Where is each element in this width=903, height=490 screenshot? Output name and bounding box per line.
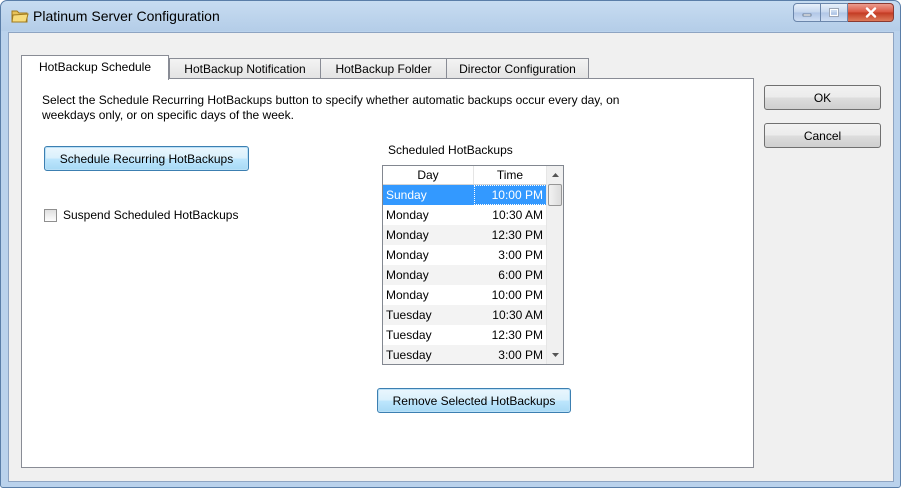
scheduled-hotbackups-list[interactable]: Day Time Sunday 10:00 PM Monday 10:30 AM… — [382, 165, 564, 365]
row-time: 10:30 AM — [492, 308, 543, 322]
scheduled-hotbackups-label: Scheduled HotBackups — [388, 143, 513, 157]
ok-button[interactable]: OK — [764, 85, 881, 110]
row-time: 6:00 PM — [498, 268, 543, 282]
scroll-down-icon — [551, 352, 559, 357]
schedule-recurring-button[interactable]: Schedule Recurring HotBackups — [44, 146, 249, 171]
row-day: Tuesday — [386, 348, 432, 362]
row-day: Monday — [386, 228, 429, 242]
list-row[interactable]: Tuesday 12:30 PM — [383, 325, 547, 345]
row-day: Monday — [386, 288, 429, 302]
window-title: Platinum Server Configuration — [33, 8, 220, 24]
list-row[interactable]: Sunday 10:00 PM — [383, 185, 547, 205]
row-time: 10:00 PM — [491, 288, 543, 302]
close-icon — [865, 7, 876, 18]
row-time: 3:00 PM — [498, 248, 543, 262]
list-row[interactable]: Monday 10:30 AM — [383, 205, 547, 225]
row-time: 10:30 AM — [492, 208, 543, 222]
row-day: Sunday — [386, 188, 427, 202]
row-day: Tuesday — [386, 308, 432, 322]
maximize-button[interactable] — [821, 3, 848, 22]
tab-panel: Select the Schedule Recurring HotBackups… — [21, 78, 754, 468]
suspend-checkbox[interactable] — [44, 208, 57, 222]
close-button[interactable] — [848, 3, 894, 22]
cancel-button[interactable]: Cancel — [764, 123, 881, 148]
tab-hotbackup-schedule[interactable]: HotBackup Schedule — [21, 55, 169, 80]
tab-director-configuration[interactable]: Director Configuration — [446, 58, 589, 79]
row-time: 10:00 PM — [474, 185, 547, 205]
list-row[interactable]: Monday 12:30 PM — [383, 225, 547, 245]
dialog-client-area: HotBackup Schedule HotBackup Notificatio… — [8, 32, 894, 482]
tab-hotbackup-folder[interactable]: HotBackup Folder — [320, 58, 447, 79]
maximize-icon — [829, 8, 839, 17]
scroll-down-button[interactable] — [547, 346, 563, 363]
description-text: Select the Schedule Recurring HotBackups… — [42, 93, 620, 122]
row-day: Monday — [386, 268, 429, 282]
row-time: 3:00 PM — [498, 348, 543, 362]
minimize-icon — [802, 13, 812, 16]
row-time: 12:30 PM — [491, 328, 543, 342]
row-day: Tuesday — [386, 328, 432, 342]
window-controls — [793, 3, 894, 23]
config-window: Platinum Server Configuration HotBackup … — [0, 0, 901, 488]
list-scrollbar[interactable] — [546, 166, 563, 364]
suspend-checkbox-row[interactable]: Suspend Scheduled HotBackups — [44, 208, 238, 222]
list-row[interactable]: Tuesday 10:30 AM — [383, 305, 547, 325]
column-header-day[interactable]: Day — [383, 166, 474, 184]
list-row[interactable]: Monday 10:00 PM — [383, 285, 547, 305]
row-time: 12:30 PM — [491, 228, 543, 242]
minimize-button[interactable] — [793, 3, 821, 22]
remove-selected-button[interactable]: Remove Selected HotBackups — [377, 388, 571, 413]
list-header: Day Time — [383, 166, 547, 185]
column-header-time[interactable]: Time — [474, 166, 547, 184]
tab-hotbackup-notification[interactable]: HotBackup Notification — [169, 58, 321, 79]
scroll-up-button[interactable] — [547, 166, 563, 183]
list-row[interactable]: Monday 6:00 PM — [383, 265, 547, 285]
row-day: Monday — [386, 248, 429, 262]
scroll-thumb[interactable] — [548, 184, 562, 206]
list-row[interactable]: Monday 3:00 PM — [383, 245, 547, 265]
scroll-up-icon — [551, 172, 559, 177]
list-row[interactable]: Tuesday 3:00 PM — [383, 345, 547, 364]
folder-icon — [11, 10, 29, 23]
title-bar[interactable]: Platinum Server Configuration — [1, 1, 900, 31]
row-day: Monday — [386, 208, 429, 222]
suspend-checkbox-label: Suspend Scheduled HotBackups — [63, 208, 239, 222]
